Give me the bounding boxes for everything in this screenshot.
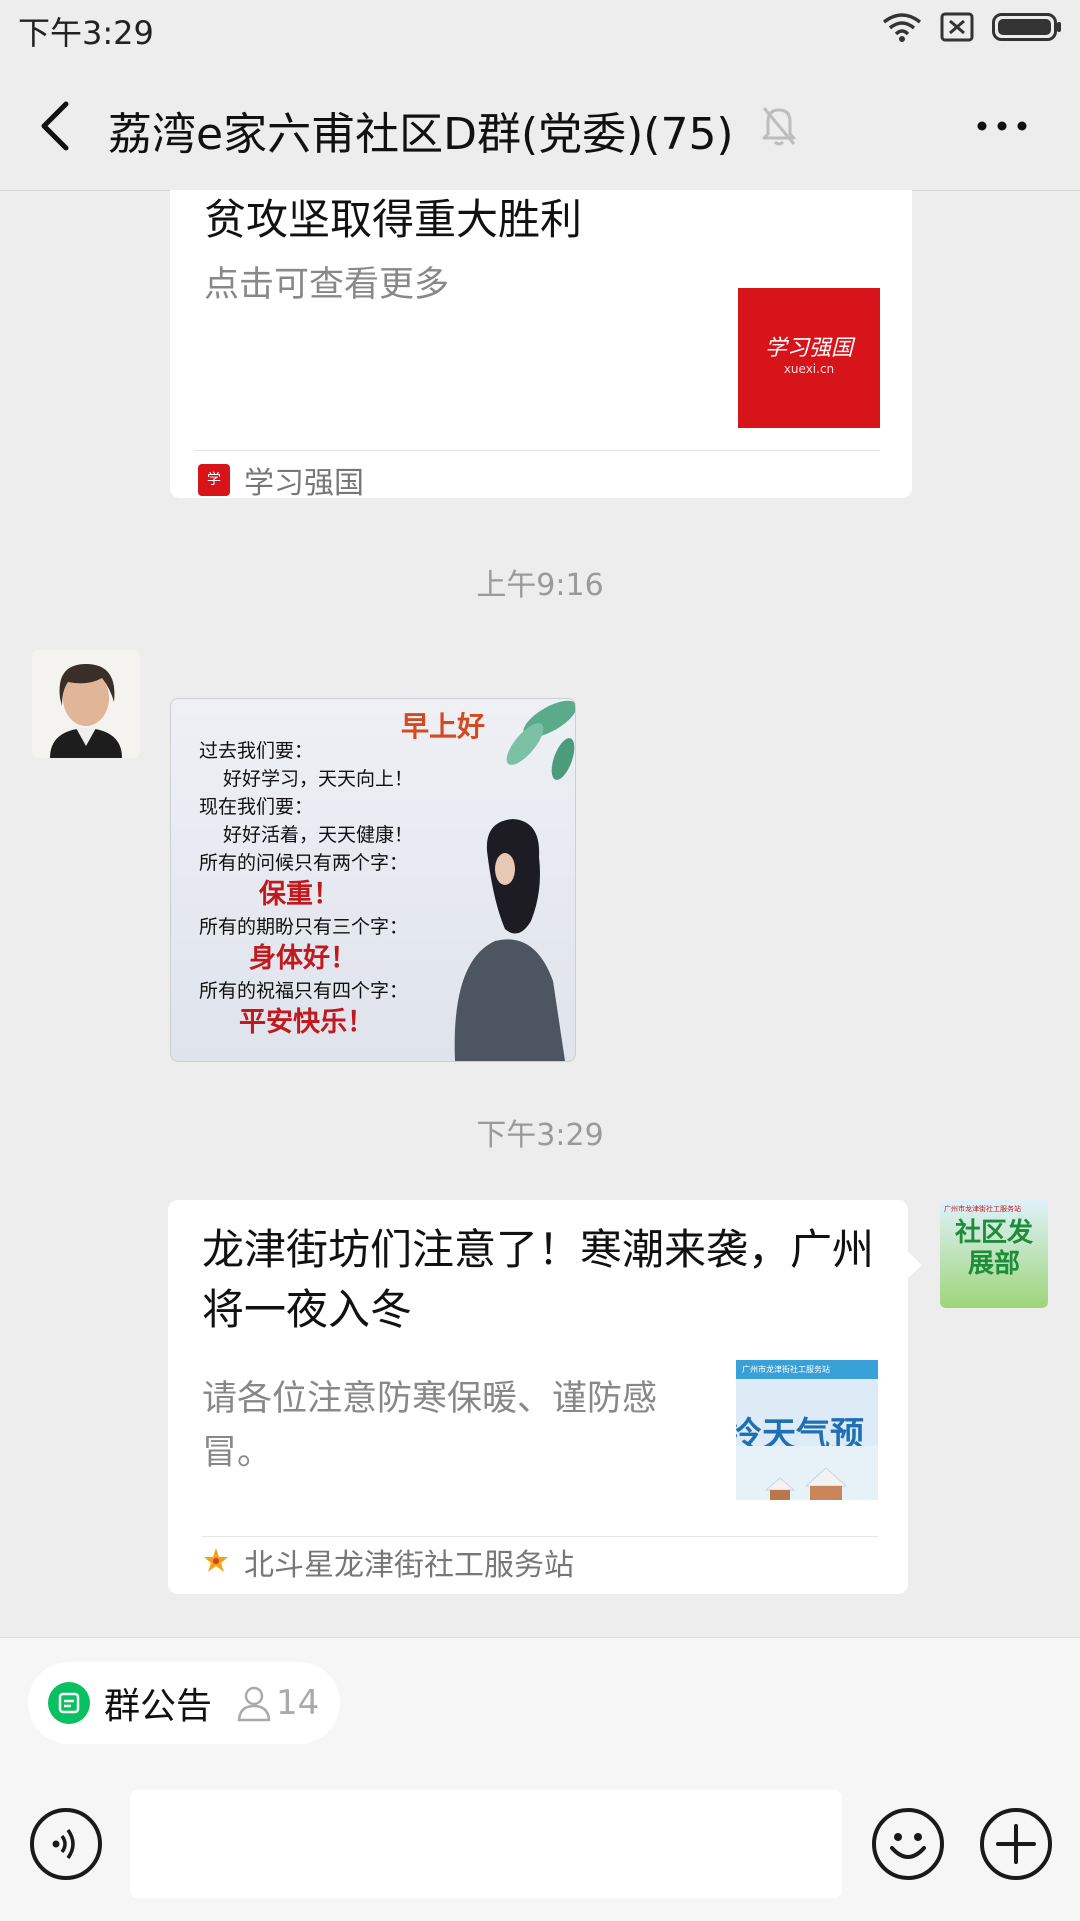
- article-thumbnail: 学习强国 xuexi.cn: [738, 288, 880, 428]
- voice-button[interactable]: [30, 1808, 102, 1880]
- greeting-line: 所有的祝福只有四个字：: [199, 980, 409, 1002]
- article-headline: 贫攻坚取得重大胜利: [204, 195, 583, 244]
- bubble-tail: [906, 1250, 922, 1280]
- greeting-highlight: 身体好！: [249, 943, 357, 974]
- snow-house-illustration: [736, 1446, 878, 1500]
- article-description: 请各位注意防寒保暖、谨防感冒。: [202, 1379, 658, 1473]
- notice-icon: [48, 1682, 90, 1724]
- source-name: 学习强国: [244, 466, 364, 501]
- article-card[interactable]: 贫攻坚取得重大胜利 点击可查看更多 学习强国 xuexi.cn 学 学习强国: [170, 190, 912, 501]
- thumbnail-subtext: xuexi.cn: [783, 362, 835, 376]
- chat-footer: 群公告 14: [0, 1637, 1080, 1921]
- avatar[interactable]: 广州市龙津街社工服务站 社区发展部: [940, 1200, 1048, 1308]
- chat-header: 荔湾e家六甫社区D群(党委)(75): [0, 62, 1080, 191]
- message-timestamp: 下午3:29: [476, 1118, 604, 1153]
- notice-label: 群公告: [104, 1686, 213, 1727]
- battery-icon: [992, 13, 1061, 41]
- person-photo: [32, 650, 140, 758]
- group-notice-button[interactable]: 群公告 14: [28, 1662, 340, 1744]
- chevron-left-icon[interactable]: [30, 98, 80, 154]
- thumbnail-banner: 广州市龙津街社工服务站: [736, 1360, 878, 1379]
- greeting-line: 所有的期盼只有三个字：: [199, 916, 409, 938]
- notice-count: 14: [276, 1683, 320, 1723]
- card-divider: [194, 450, 880, 451]
- article-headline: 龙津街坊们注意了！寒潮来袭，广州将一夜入冬: [202, 1225, 875, 1334]
- greeting-line: 所有的问候只有两个字：: [199, 852, 409, 874]
- star-logo-icon: [204, 1548, 228, 1572]
- avatar-title-text: 社区发展部: [954, 1218, 1033, 1279]
- more-dots-icon[interactable]: [972, 106, 1032, 146]
- chat-messages[interactable]: 贫攻坚取得重大胜利 点击可查看更多 学习强国 xuexi.cn 学 学习强国 上…: [0, 190, 1080, 1637]
- plus-icon: [996, 1824, 1036, 1864]
- person-icon: [237, 1686, 271, 1722]
- greeting-line: 好好学习，天天向上！: [223, 768, 414, 790]
- voice-icon: [52, 1828, 75, 1860]
- card-divider: [202, 1536, 878, 1537]
- thumbnail-logo-text: 学习强国: [764, 336, 853, 361]
- bell-off-icon: [762, 107, 796, 146]
- message-timestamp: 上午9:16: [476, 568, 604, 603]
- chat-title[interactable]: 荔湾e家六甫社区D群(党委)(75): [108, 98, 734, 162]
- greeting-highlight: 平安快乐！: [239, 1007, 374, 1038]
- status-time: 下午3:29: [18, 14, 154, 52]
- greeting-text: 过去我们要： 好好学习，天天向上！ 现在我们要： 好好活着，天天健康！ 所有的问…: [199, 737, 459, 1041]
- emoji-button[interactable]: [872, 1808, 944, 1880]
- message-input[interactable]: [130, 1790, 842, 1898]
- xuexi-logo-icon: 学: [198, 464, 230, 496]
- sim-off-icon: [940, 12, 974, 42]
- source-name: 北斗星龙津街社工服务站: [244, 1548, 574, 1583]
- greeting-line: 过去我们要：: [199, 740, 314, 762]
- image-message[interactable]: 早上好 过去我们要： 好好学习，天天向上！ 现在我们要： 好好活着，天天健康！ …: [170, 698, 576, 1062]
- greeting-highlight: 保重！: [259, 879, 340, 910]
- article-thumbnail: 广州市龙津街社工服务站 冷天气预: [736, 1360, 878, 1500]
- avatar[interactable]: [32, 650, 140, 758]
- wifi-icon: [882, 13, 922, 42]
- article-description: 点击可查看更多: [204, 265, 450, 305]
- article-card[interactable]: 龙津街坊们注意了！寒潮来袭，广州将一夜入冬 请各位注意防寒保暖、谨防感冒。 广州…: [168, 1200, 908, 1594]
- article-source: 北斗星龙津街社工服务站: [202, 1540, 574, 1584]
- plus-button[interactable]: [980, 1808, 1052, 1880]
- greeting-line: 现在我们要：: [199, 796, 314, 818]
- emoji-icon: [890, 1833, 926, 1859]
- status-bar: 下午3:29: [0, 0, 1080, 62]
- avatar-banner-text: 广州市龙津街社工服务站: [944, 1205, 1021, 1213]
- greeting-line: 好好活着，天天健康！: [223, 824, 414, 846]
- article-source: 学 学习强国: [198, 458, 364, 502]
